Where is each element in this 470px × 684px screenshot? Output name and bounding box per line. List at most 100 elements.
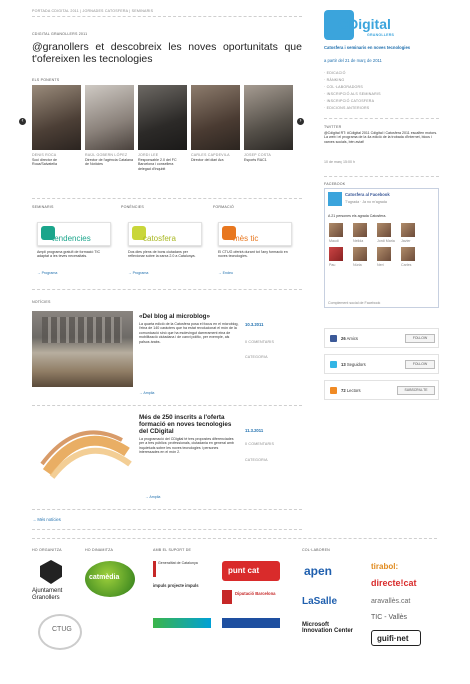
- section-head: SEMINARIS: [32, 205, 54, 209]
- sponsor-banner[interactable]: [153, 618, 211, 628]
- news-headline[interactable]: Més de 250 inscrits a l'oferta formació …: [139, 414, 239, 435]
- follow-button[interactable]: FOLLOW: [405, 360, 435, 369]
- sidebar-menu-item[interactable]: · INSCRIPCIÓ ALS SEMINARIS: [324, 92, 381, 96]
- ajuntament-logo[interactable]: Ajuntament Granollers: [32, 588, 82, 602]
- news-image[interactable]: [32, 412, 133, 488]
- fb-page-name[interactable]: Catosfera al Facebook: [345, 192, 390, 197]
- fb-fan-name: Jordi Maria: [377, 239, 395, 243]
- catmedia-logo[interactable]: catmèdia: [85, 561, 135, 597]
- facebook-widget: Catosfera al Facebook T'agrada · Ja no m…: [324, 188, 439, 308]
- fb-fan-name: Maudi: [329, 239, 339, 243]
- page-title: @granollers et descobreix les noves opor…: [32, 41, 302, 65]
- ctug-logo[interactable]: CTUG: [38, 614, 82, 650]
- footer-col-title: HO DINAMITZA: [85, 548, 114, 552]
- category-link[interactable]: CATEGORIA: [245, 355, 268, 359]
- fb-like-button[interactable]: T'agrada · Ja no m'agrada: [345, 200, 387, 204]
- speaker-photo[interactable]: [138, 85, 187, 150]
- section-head: FORMACIÓ: [213, 205, 234, 209]
- fb-fan-avatar[interactable]: [353, 247, 367, 261]
- event-title: Catosfera i seminaris en noves tecnologi…: [324, 45, 411, 50]
- divider: [32, 509, 302, 510]
- nav-item-portada[interactable]: PORTADA CDIGITAL 2011: [32, 9, 79, 13]
- programa-link[interactable]: → Programa: [128, 271, 148, 275]
- footer-col-title: HO ORGANITZA: [32, 548, 62, 552]
- comments-link[interactable]: 0 COMENTARIS: [245, 442, 274, 446]
- speaker-name: DENIS ROCA: [32, 153, 57, 157]
- speaker-photo[interactable]: [85, 85, 134, 150]
- news-image[interactable]: [32, 311, 133, 387]
- carousel-next-button[interactable]: ›: [297, 118, 304, 125]
- fb-fan-avatar[interactable]: [377, 247, 391, 261]
- fb-fan-name: Javier: [401, 239, 411, 243]
- divider: [32, 538, 437, 539]
- sidebar-menu-item[interactable]: · RÀNKING: [324, 78, 344, 82]
- fb-fan-avatar[interactable]: [401, 247, 415, 261]
- speaker-photo[interactable]: [244, 85, 293, 150]
- puntcat-logo[interactable]: punt cat: [222, 561, 280, 581]
- fb-fan-name: Pau: [329, 263, 336, 267]
- tweet-text: @Cdigital RT: #Cdigital 2011 Cdigital i …: [324, 131, 438, 144]
- more-news-link[interactable]: → Més notícies: [32, 517, 61, 522]
- tic-valles-logo[interactable]: TIC - Vallès: [371, 614, 407, 621]
- news-date: 11.3.2011: [245, 428, 264, 433]
- apen-logo[interactable]: apen: [304, 564, 332, 578]
- footer-col-title: AMB EL SUPORT DE: [153, 548, 192, 552]
- fb-fan-name: Núria: [353, 263, 362, 267]
- social-label: Seguidors: [346, 362, 366, 367]
- news-headline[interactable]: «Del blog al microblog»: [139, 313, 239, 320]
- aravalles-logo[interactable]: aravallès.cat: [371, 598, 410, 605]
- sidebar-menu-item[interactable]: · COL·LABORADORS: [324, 85, 363, 89]
- fb-like-count: A 21 persones els agrada Catosfera.: [328, 214, 387, 218]
- sidebar-menu-item[interactable]: · INSCRIPCIÓ CATOSFERA: [324, 99, 374, 103]
- kicker: CDIGITAL GRANOLLERS 2011: [32, 32, 88, 36]
- divider: [32, 289, 302, 290]
- section-head: PONÈNCIES: [121, 205, 144, 209]
- cdigital-logo[interactable]: CDigital GRANOLLERS: [324, 10, 440, 40]
- programa-link[interactable]: → Programa: [37, 271, 57, 275]
- social-row: 13 Seguidors FOLLOW: [324, 354, 439, 374]
- divider: [32, 16, 302, 17]
- read-more-link[interactable]: → Amplia: [145, 495, 160, 499]
- guifi-logo[interactable]: guifi·net: [371, 630, 421, 646]
- category-link[interactable]: CATEGORIA: [245, 458, 268, 462]
- fb-fan-avatar[interactable]: [353, 223, 367, 237]
- twitter-head: TWITTER: [324, 125, 342, 129]
- tirabol-logo[interactable]: tirabol:: [371, 562, 398, 571]
- divider: [32, 529, 302, 530]
- sidebar-menu-item[interactable]: · EDICACIÓ: [324, 71, 346, 75]
- endeu-link[interactable]: → Endeu: [218, 271, 233, 275]
- carousel-prev-button[interactable]: ‹: [19, 118, 26, 125]
- nav-item-jornades[interactable]: JORNADES CATOSFERA: [82, 9, 128, 13]
- directe-cat-logo[interactable]: directe!cat: [371, 578, 417, 588]
- comments-link[interactable]: 0 COMENTARIS: [245, 340, 274, 344]
- speaker-photo[interactable]: [191, 85, 240, 150]
- tendencies-logo[interactable]: tendencies: [37, 222, 111, 246]
- fb-fan-avatar[interactable]: [377, 223, 391, 237]
- fb-fan-avatar[interactable]: [329, 247, 343, 261]
- social-row: 26 Amics FOLLOW: [324, 328, 439, 348]
- social-count: 13: [341, 362, 346, 367]
- impuls-logo[interactable]: impuls projecte impuls: [153, 583, 211, 605]
- diputacio-logo[interactable]: Diputació Barcelona: [222, 588, 280, 608]
- fb-fan-avatar[interactable]: [401, 223, 415, 237]
- event-subtitle: a partir del 21 de març de 2011: [324, 58, 382, 63]
- speaker-desc: Soci director de Roca/Salvatella: [32, 158, 57, 167]
- speaker-name: JORDI LEE: [138, 153, 159, 157]
- fb-fan-avatar[interactable]: [329, 223, 343, 237]
- sidebar-menu-item[interactable]: · EDICIONS ANTERIORS: [324, 106, 369, 110]
- speaker-photo[interactable]: [32, 85, 81, 150]
- mes-tic-logo[interactable]: mès tic: [218, 222, 292, 246]
- subscribe-button[interactable]: SUBSCRIU-TE: [397, 386, 435, 395]
- news-body: La quarta edició de la Catosfera posa el…: [139, 322, 239, 344]
- microsoft-logo[interactable]: Microsoft Innovation Center: [302, 622, 360, 634]
- generalitat-logo[interactable]: Generalitat de Catalunya: [153, 561, 211, 577]
- section-text: Dos dies plens de bons ciutadans per ref…: [128, 250, 196, 259]
- catosfera-logo[interactable]: catosfera: [128, 222, 202, 246]
- lasalle-logo[interactable]: LaSalle: [302, 596, 337, 607]
- read-more-link[interactable]: → Amplia: [139, 391, 154, 395]
- follow-button[interactable]: FOLLOW: [405, 334, 435, 343]
- divider: [324, 118, 439, 119]
- social-row: 72 Lectors SUBSCRIU-TE: [324, 380, 439, 400]
- speaker-desc: Responsable 2.0 del FC Barcelona i conse…: [138, 158, 177, 171]
- nav-item-seminaris[interactable]: SEMINARIS: [132, 9, 154, 13]
